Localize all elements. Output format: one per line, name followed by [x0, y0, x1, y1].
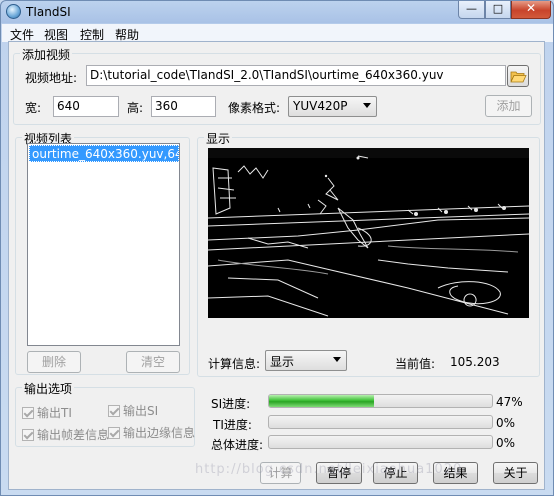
- total-progress-label: 总体进度:: [211, 438, 264, 452]
- edge-map-image: [208, 148, 529, 318]
- window-title: TIandSI: [26, 5, 71, 19]
- video-address-input[interactable]: D:\tutorial_code\TIandSI_2.0\TIandSI\our…: [86, 65, 506, 86]
- checkbox-icon: [22, 407, 34, 419]
- width-input[interactable]: 640: [53, 96, 119, 117]
- close-button[interactable]: ✕: [511, 1, 551, 19]
- output-frame-diff-checkbox[interactable]: 输出帧差信息: [22, 426, 109, 443]
- pixel-format-select[interactable]: YUV420P: [288, 96, 377, 117]
- display-title: 显示: [204, 130, 233, 147]
- calc-info-label: 计算信息:: [208, 357, 261, 371]
- height-label: 高:: [127, 101, 144, 115]
- title-bar[interactable]: TIandSI — □ ✕: [1, 1, 553, 23]
- checkbox-icon: [108, 405, 120, 417]
- total-progress-text: 0%: [496, 436, 516, 450]
- current-value: 105.203: [450, 355, 500, 369]
- ti-progress-bar: [268, 415, 493, 429]
- height-input[interactable]: 360: [151, 96, 216, 117]
- minimize-button[interactable]: —: [458, 1, 485, 19]
- checkbox-icon: [22, 429, 34, 441]
- output-edge-checkbox[interactable]: 输出边缘信息: [108, 424, 195, 441]
- total-progress-bar: [268, 435, 493, 449]
- chevron-down-icon: [363, 103, 371, 108]
- maximize-icon: □: [492, 2, 504, 15]
- si-progress-label: SI进度:: [211, 397, 251, 411]
- si-progress-bar: [268, 394, 493, 408]
- clear-button[interactable]: 清空: [126, 351, 180, 373]
- browse-button[interactable]: [507, 65, 529, 87]
- add-video-title: 添加视频: [20, 46, 73, 63]
- video-address-label: 视频地址:: [25, 71, 78, 85]
- watermark: http://blog.csdn.net/leixiaohua1020: [195, 462, 463, 477]
- width-label: 宽:: [25, 101, 42, 115]
- output-options-title: 输出选项: [22, 380, 75, 397]
- about-button[interactable]: 关于: [493, 462, 538, 484]
- minimize-icon: —: [466, 2, 477, 15]
- delete-button[interactable]: 删除: [27, 351, 81, 373]
- ti-progress-label: TI进度:: [213, 418, 252, 432]
- folder-open-icon: [510, 71, 527, 83]
- ti-progress-text: 0%: [496, 416, 516, 430]
- checkbox-icon: [108, 427, 120, 439]
- menu-bar: 文件 视图 控制 帮助: [2, 24, 553, 42]
- current-value-label: 当前值:: [395, 357, 436, 371]
- si-progress-fill: [269, 395, 374, 407]
- calc-info-select[interactable]: 显示: [265, 350, 347, 371]
- calc-info-value: 显示: [270, 355, 295, 369]
- close-icon: ✕: [525, 1, 537, 15]
- output-ti-checkbox[interactable]: 输出TI: [22, 404, 72, 421]
- si-progress-text: 47%: [496, 395, 523, 409]
- output-si-checkbox[interactable]: 输出SI: [108, 402, 158, 419]
- chevron-down-icon: [333, 357, 341, 362]
- maximize-button[interactable]: □: [485, 1, 511, 19]
- video-preview: [208, 148, 529, 318]
- main-panel: 添加视频 视频地址: D:\tutorial_code\TIandSI_2.0\…: [8, 41, 545, 490]
- pixel-format-value: YUV420P: [293, 99, 348, 113]
- video-list[interactable]: ourtime_640x360.yuv,640x360: [27, 143, 180, 346]
- list-item[interactable]: ourtime_640x360.yuv,640x360: [29, 145, 179, 162]
- pixel-format-label: 像素格式:: [228, 101, 281, 115]
- add-button[interactable]: 添加: [485, 95, 532, 117]
- app-icon: [6, 4, 21, 19]
